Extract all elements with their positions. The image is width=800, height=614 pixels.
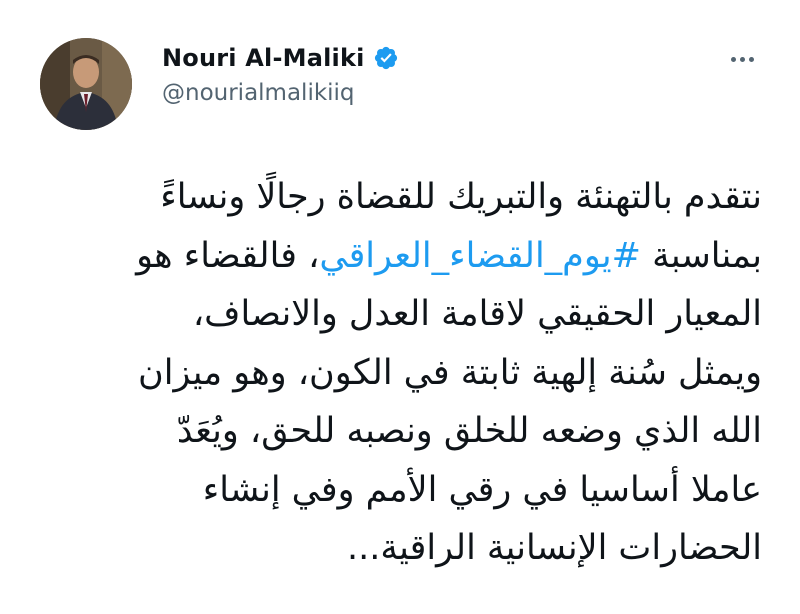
tweet-line-2-pre: بمناسبة bbox=[641, 235, 762, 276]
tweet-line-6: عاملا أساسيا في رقي الأمم وفي إنشاء bbox=[202, 469, 762, 510]
tweet-line-2-post: ، فالقضاء هو bbox=[136, 235, 320, 276]
more-dot bbox=[739, 56, 745, 62]
tweet-text: نتقدم بالتهنئة والتبريك للقضاة رجالًا ون… bbox=[42, 168, 762, 578]
verified-badge-icon bbox=[373, 45, 399, 71]
author-handle[interactable]: @nourialmalikiiq bbox=[162, 80, 355, 106]
more-dot bbox=[748, 56, 754, 62]
hashtag-link[interactable]: #يوم_القضاء_العراقي bbox=[319, 236, 641, 276]
author-display-name[interactable]: Nouri Al-Maliki bbox=[162, 44, 365, 72]
tweet-card: Nouri Al-Maliki @nourialmalikiiq نتقدم ب… bbox=[0, 0, 800, 614]
tweet-line-4: ويمثل سُنة إلهية ثابتة في الكون، وهو ميز… bbox=[138, 352, 762, 393]
avatar[interactable] bbox=[40, 38, 132, 130]
profile-photo-icon bbox=[40, 38, 132, 130]
more-options-icon[interactable] bbox=[722, 44, 762, 74]
tweet-line-5: الله الذي وضعه للخلق ونصبه للحق، ويُعَدّ bbox=[176, 411, 762, 451]
author-name-row: Nouri Al-Maliki bbox=[162, 40, 399, 76]
tweet-line-1: نتقدم بالتهنئة والتبريك للقضاة رجالًا ون… bbox=[160, 177, 762, 217]
tweet-line-7: الحضارات الإنسانية الراقية... bbox=[346, 528, 762, 568]
tweet-line-2: بمناسبة #يوم_القضاء_العراقي، فالقضاء هو bbox=[42, 227, 762, 286]
tweet-line-3: المعيار الحقيقي لاقامة العدل والانصاف، bbox=[192, 294, 762, 334]
more-dot bbox=[730, 56, 736, 62]
